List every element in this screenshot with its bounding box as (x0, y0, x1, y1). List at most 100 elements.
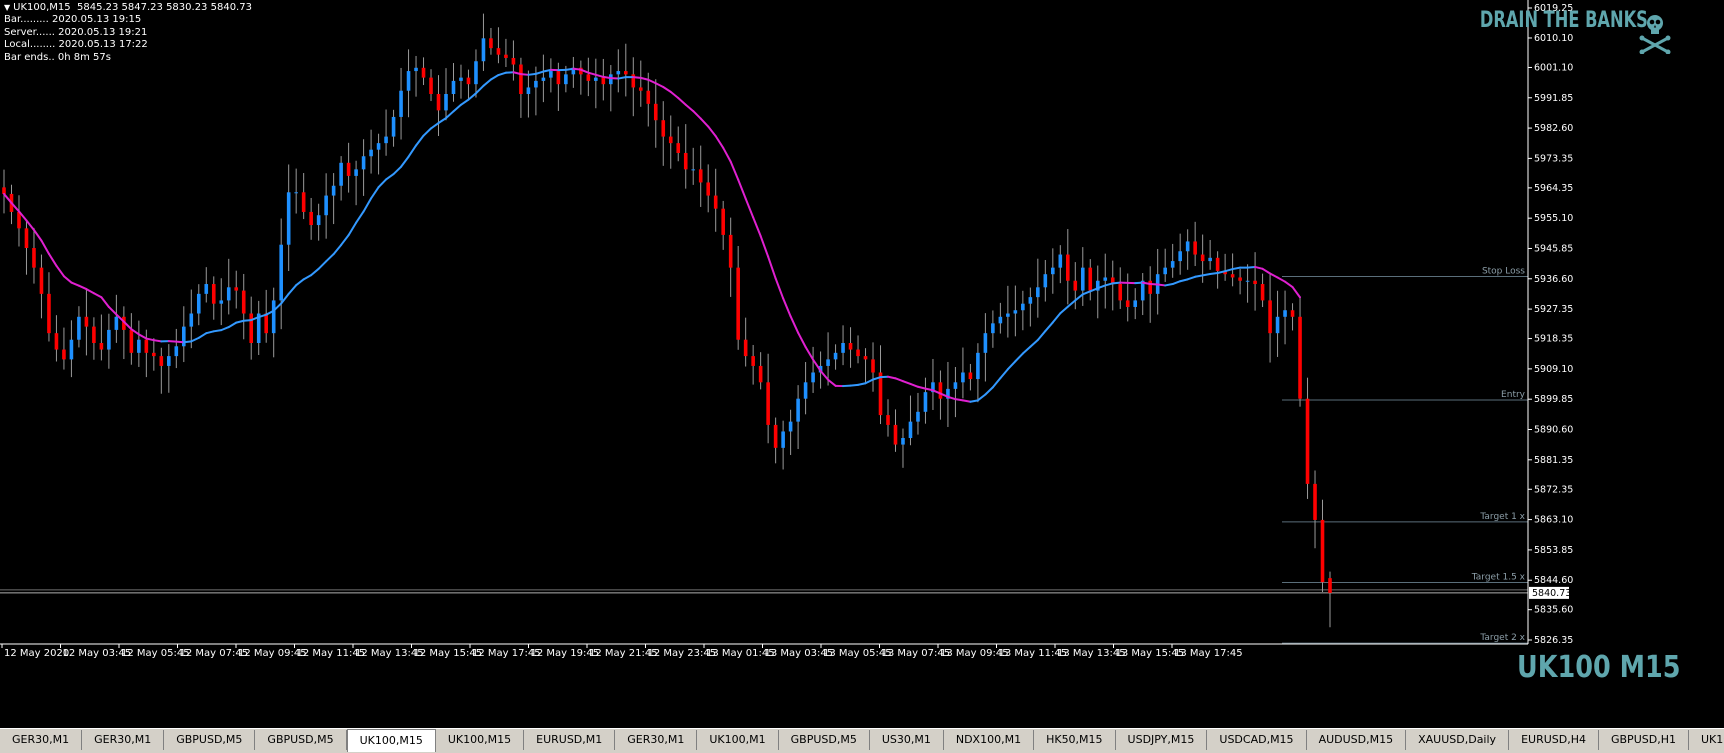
price-chart[interactable]: Stop LossEntryTarget 1 xTarget 1.5 xTarg… (0, 0, 1724, 728)
chart-tab[interactable]: UK100,M15 (436, 730, 524, 750)
level-label: Target 2 x (1479, 633, 1525, 643)
ma-segment (1030, 340, 1037, 347)
ma-segment (963, 400, 970, 401)
axes: 6019.256010.106001.105991.855982.605973.… (0, 0, 1573, 659)
candle-body (564, 74, 568, 84)
candle-body (736, 268, 740, 340)
ma-segment (708, 127, 715, 137)
ma-segment (985, 387, 992, 394)
ma-segment (753, 217, 760, 236)
price-tick-label: 5853.85 (1534, 545, 1573, 556)
candle-body (1201, 255, 1205, 262)
ma-segment (1225, 269, 1232, 271)
ma-segment (671, 92, 678, 98)
candle-body (339, 163, 343, 186)
candle-body (759, 366, 763, 382)
candle-body (527, 87, 531, 94)
chart-area[interactable]: Stop LossEntryTarget 1 xTarget 1.5 xTarg… (0, 0, 1724, 728)
ma-segment (64, 276, 71, 282)
candle-body (624, 71, 628, 74)
ma-segment (476, 86, 483, 93)
ma-segment (453, 105, 460, 112)
price-tick-label: 5844.60 (1534, 575, 1573, 586)
ma-segment (1068, 300, 1075, 306)
candle-body (1163, 268, 1167, 275)
price-tick-label: 5991.85 (1534, 93, 1573, 104)
chart-tab[interactable]: EURUSD,M1 (524, 730, 615, 750)
ma-segment (1180, 279, 1187, 281)
chart-tab[interactable]: GBPUSD,M5 (255, 730, 346, 750)
candle-body (107, 330, 111, 350)
candle-body (302, 192, 306, 212)
price-tick-label: 5826.35 (1534, 635, 1573, 646)
ma-segment (573, 69, 580, 70)
chart-tab[interactable]: GER30,M1 (82, 730, 164, 750)
candle-body (894, 425, 898, 445)
chart-tab[interactable]: USDCAD,M15 (1207, 730, 1306, 750)
candle-body (519, 65, 523, 94)
chart-tab[interactable]: UK100,H1 (1689, 730, 1724, 750)
candle-body (871, 359, 875, 372)
ma-segment (813, 360, 820, 371)
ma-segment (311, 269, 318, 275)
candle-body (602, 78, 606, 85)
chart-tab[interactable]: XAUUSD,Daily (1406, 730, 1509, 750)
candle-body (1103, 277, 1107, 280)
candle-body (160, 356, 164, 366)
ma-segment (1060, 307, 1067, 314)
chart-tab[interactable]: GBPUSD,M5 (779, 730, 870, 750)
price-tick-label: 5863.10 (1534, 515, 1573, 526)
current-price-label: 5840.73 (1532, 588, 1571, 599)
ma-segment (798, 333, 805, 347)
price-tick-label: 5899.85 (1534, 394, 1573, 405)
candle-body (55, 333, 59, 349)
chart-tab[interactable]: GER30,M1 (0, 730, 82, 750)
candle-body (841, 343, 845, 353)
ma-segment (910, 384, 917, 387)
chart-tab[interactable]: UK100,M1 (697, 730, 778, 750)
ma-segment (229, 323, 236, 327)
candle-body (1328, 578, 1332, 593)
chart-tab[interactable]: US30,M1 (870, 730, 944, 750)
candle-body (115, 317, 119, 330)
price-tick-label: 5964.35 (1534, 183, 1573, 194)
ma-segment (536, 72, 543, 74)
ma-segment (888, 377, 895, 379)
candle-body (729, 235, 733, 268)
candle-body (594, 78, 598, 81)
chart-tab[interactable]: AUDUSD,M15 (1307, 730, 1407, 750)
ma-segment (858, 383, 865, 385)
ma-segment (101, 297, 108, 307)
candle-body (92, 327, 96, 343)
chart-tab[interactable]: USDJPY,M15 (1116, 730, 1208, 750)
price-tick-label: 6010.10 (1534, 33, 1573, 44)
ma-segment (686, 105, 693, 111)
candle-body (1126, 300, 1130, 307)
chart-tab[interactable]: GER30,M1 (615, 730, 697, 750)
candle-body (1081, 268, 1085, 291)
ma-segment (431, 123, 438, 128)
candle-body (354, 169, 358, 176)
candle-body (145, 340, 149, 353)
chart-tab[interactable]: UK100,M15 (347, 729, 436, 752)
candle-body (512, 58, 516, 65)
candle-body (766, 382, 770, 425)
chart-tab[interactable]: EURUSD,H4 (1509, 730, 1599, 750)
chart-tab[interactable]: HK50,M15 (1034, 730, 1115, 750)
brand-text: DRAIN THE BANKS (1480, 8, 1648, 33)
candle-body (991, 323, 995, 333)
candle-body (504, 55, 508, 58)
ma-segment (109, 307, 116, 314)
ma-segment (341, 235, 348, 245)
candle-body (1021, 304, 1025, 311)
candle-body (954, 382, 958, 389)
candle-body (661, 120, 665, 136)
chart-tab[interactable]: GBPUSD,H1 (1599, 730, 1689, 750)
chart-tab[interactable]: NDX100,M1 (944, 730, 1034, 750)
candle-body (901, 438, 905, 445)
collapse-triangle-icon[interactable]: ▼ (4, 3, 10, 12)
candle-body (459, 78, 463, 81)
price-tick-label: 5872.35 (1534, 484, 1573, 495)
chart-tab[interactable]: GBPUSD,M5 (164, 730, 255, 750)
ma-segment (1255, 267, 1262, 269)
